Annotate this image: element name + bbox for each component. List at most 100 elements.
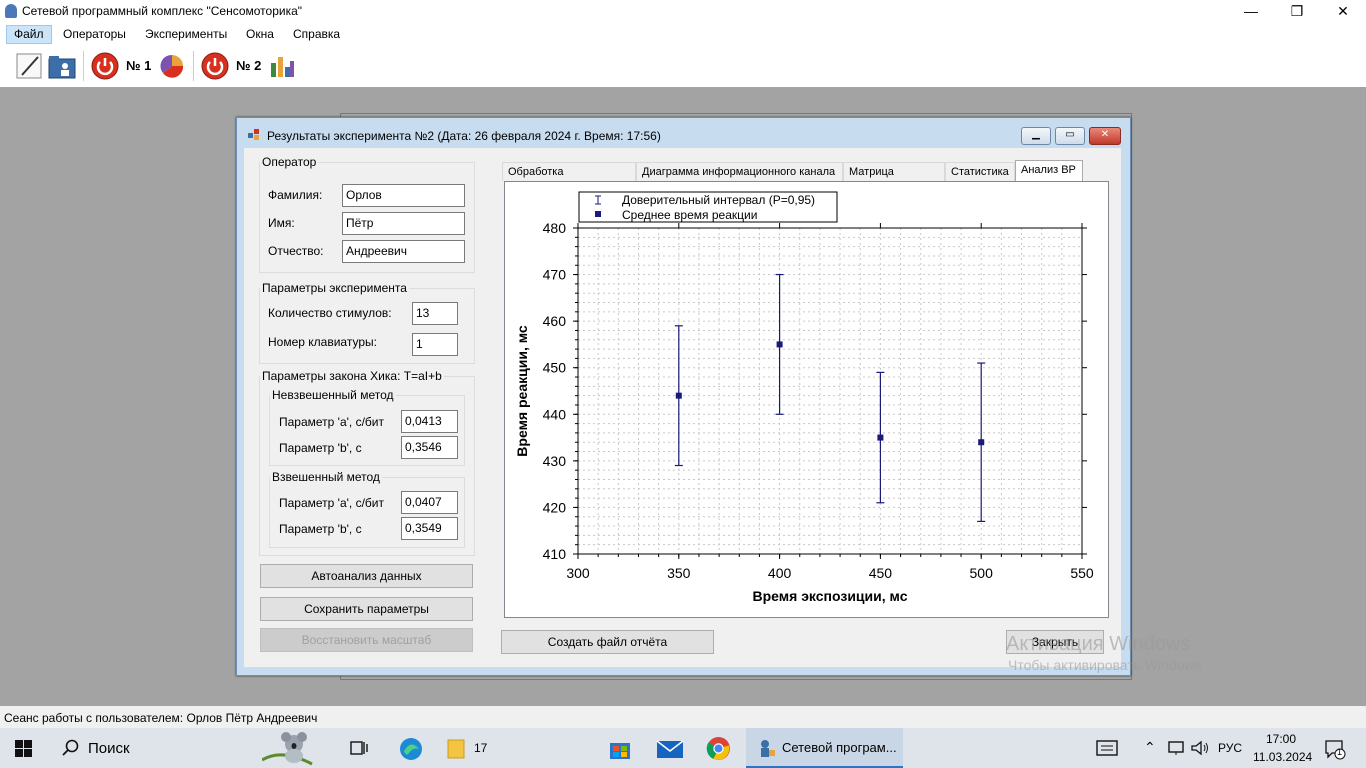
app-taskbar-icon xyxy=(761,740,775,757)
menu-experiments[interactable]: Эксперименты xyxy=(138,26,234,43)
status-bar: Сеанс работы с пользователем: Орлов Пётр… xyxy=(0,706,1366,728)
keyboard-field[interactable]: 1 xyxy=(412,333,458,356)
y-tick-label: 450 xyxy=(543,360,567,376)
menu-bar: Файл Операторы Эксперименты Окна Справка xyxy=(0,23,1366,45)
y-axis-label: Время реакции, мс xyxy=(514,325,530,457)
params-legend: Параметры эксперимента xyxy=(262,281,407,295)
create-report-button[interactable]: Создать файл отчёта xyxy=(501,630,714,654)
unweighted-legend: Невзвешенный метод xyxy=(272,388,394,402)
power-icon[interactable] xyxy=(200,51,230,81)
windows-start-icon[interactable] xyxy=(15,740,32,757)
store-icon[interactable] xyxy=(608,737,632,761)
y-tick-label: 430 xyxy=(543,453,567,469)
weighted-a-field[interactable]: 0,0407 xyxy=(401,491,458,514)
patronymic-field[interactable]: Андреевич xyxy=(342,240,465,263)
dialog-maximize-button[interactable]: ▭ xyxy=(1055,127,1085,145)
clock-date[interactable]: 11.03.2024 xyxy=(1253,750,1312,764)
app-titlebar: Сетевой программный комплекс "Сенсомотор… xyxy=(0,0,1366,23)
notification-count: 1 xyxy=(1337,747,1343,757)
y-tick-label: 480 xyxy=(543,220,567,236)
surname-field[interactable]: Орлов xyxy=(342,184,465,207)
rt-chart[interactable]: 300 350 400 450 500 550 410 420 430 440 450 460 470 4… xyxy=(505,182,1108,617)
unweighted-b-label: Параметр 'b', с xyxy=(279,441,362,455)
tab-statistics[interactable]: Статистика xyxy=(945,162,1015,181)
status-text: Сеанс работы с пользователем: Орлов Пётр… xyxy=(4,711,318,725)
taskbar: Поиск 17 Сетевой програм... ⌃ РУС 17:00 … xyxy=(0,728,1366,768)
y-tick-label: 410 xyxy=(543,546,567,562)
folder-count-label: 17 xyxy=(474,741,488,755)
operator-legend: Оператор xyxy=(262,155,317,169)
taskbar-search-box[interactable]: Поиск xyxy=(88,740,130,757)
bar-chart-icon[interactable] xyxy=(267,51,297,81)
language-indicator[interactable]: РУС xyxy=(1218,741,1242,755)
clock-time[interactable]: 17:00 xyxy=(1266,732,1296,746)
edge-icon[interactable] xyxy=(399,737,423,761)
dialog-minimize-button[interactable]: ▁ xyxy=(1021,127,1051,145)
restore-button[interactable]: ❐ xyxy=(1274,0,1320,23)
restore-scale-button[interactable]: Восстановить масштаб xyxy=(260,628,473,652)
chart-panel: 300 350 400 450 500 550 410 420 430 440 450 460 470 4… xyxy=(504,181,1109,618)
experiment-2-label: № 2 xyxy=(236,58,262,73)
y-tick-label: 460 xyxy=(543,313,567,329)
weighted-a-label: Параметр 'a', с/бит xyxy=(279,496,385,510)
y-tick-label: 420 xyxy=(543,499,567,515)
close-button[interactable]: ✕ xyxy=(1320,0,1366,23)
legend-entry-mean: Среднее время реакции xyxy=(622,208,757,222)
surname-label: Фамилия: xyxy=(268,188,323,202)
notification-icon[interactable] xyxy=(1324,738,1346,760)
y-tick-label: 470 xyxy=(543,267,567,283)
chart-1-icon[interactable] xyxy=(157,51,187,81)
folder-icon[interactable] xyxy=(447,738,465,760)
weighted-b-field[interactable]: 0,3549 xyxy=(401,517,458,540)
tab-rt-analysis[interactable]: Анализ ВР xyxy=(1015,160,1083,182)
tab-info-channel[interactable]: Диаграмма информационного канала xyxy=(636,162,843,181)
unweighted-a-field[interactable]: 0,0413 xyxy=(401,410,458,433)
dialog-titlebar: Результаты эксперимента №2 (Дата: 26 фев… xyxy=(237,118,1130,148)
minimize-button[interactable]: — xyxy=(1228,0,1274,23)
chart-grid xyxy=(577,227,1083,555)
menu-operators[interactable]: Операторы xyxy=(56,26,133,43)
menu-file[interactable]: Файл xyxy=(6,25,52,44)
tray-chevron-icon[interactable]: ⌃ xyxy=(1144,739,1156,756)
chrome-icon[interactable] xyxy=(706,736,731,761)
data-point xyxy=(978,439,985,446)
toolbar-separator xyxy=(83,51,84,81)
weighted-b-label: Параметр 'b', с xyxy=(279,522,362,536)
legend-point-symbol xyxy=(595,211,601,217)
tab-strip: Обработка информации Диаграмма информаци… xyxy=(502,160,1112,197)
unweighted-b-field[interactable]: 0,3546 xyxy=(401,436,458,459)
koala-icon xyxy=(262,732,313,766)
tab-info-processing[interactable]: Обработка информации xyxy=(502,162,636,197)
app-title: Сетевой программный комплекс "Сенсомотор… xyxy=(22,4,303,18)
mail-icon[interactable] xyxy=(656,738,684,760)
dialog-close-button[interactable]: ✕ xyxy=(1089,127,1121,145)
task-view-icon[interactable] xyxy=(350,740,368,756)
stimuli-field[interactable]: 13 xyxy=(412,302,458,325)
x-axis-label: Время экспозиции, мс xyxy=(753,588,908,604)
x-tick-label: 400 xyxy=(768,565,792,581)
keyboard-icon[interactable] xyxy=(1096,740,1118,756)
search-icon[interactable] xyxy=(62,739,80,757)
x-tick-label: 500 xyxy=(970,565,994,581)
new-document-icon[interactable] xyxy=(14,51,44,81)
data-point xyxy=(776,341,783,348)
volume-icon[interactable] xyxy=(1190,740,1210,756)
y-tick-label: 440 xyxy=(543,406,567,422)
menu-windows[interactable]: Окна xyxy=(239,26,281,43)
unweighted-a-label: Параметр 'a', с/бит xyxy=(279,415,385,429)
dialog-icon xyxy=(248,129,259,140)
operator-folder-icon[interactable] xyxy=(47,51,77,81)
tab-measure-matrix[interactable]: Матрица замеров xyxy=(843,162,945,197)
taskbar-active-app[interactable]: Сетевой програм... xyxy=(746,728,903,768)
name-label: Имя: xyxy=(268,216,295,230)
menu-help[interactable]: Справка xyxy=(286,26,347,43)
network-icon[interactable] xyxy=(1167,740,1185,756)
autoanalysis-button[interactable]: Автоанализ данных xyxy=(260,564,473,588)
patronymic-label: Отчество: xyxy=(268,244,324,258)
name-field[interactable]: Пётр xyxy=(342,212,465,235)
power-icon[interactable] xyxy=(90,51,120,81)
weighted-legend: Взвешенный метод xyxy=(272,470,380,484)
active-app-label: Сетевой програм... xyxy=(782,740,897,755)
toolbar-separator xyxy=(193,51,194,81)
save-params-button[interactable]: Сохранить параметры xyxy=(260,597,473,621)
